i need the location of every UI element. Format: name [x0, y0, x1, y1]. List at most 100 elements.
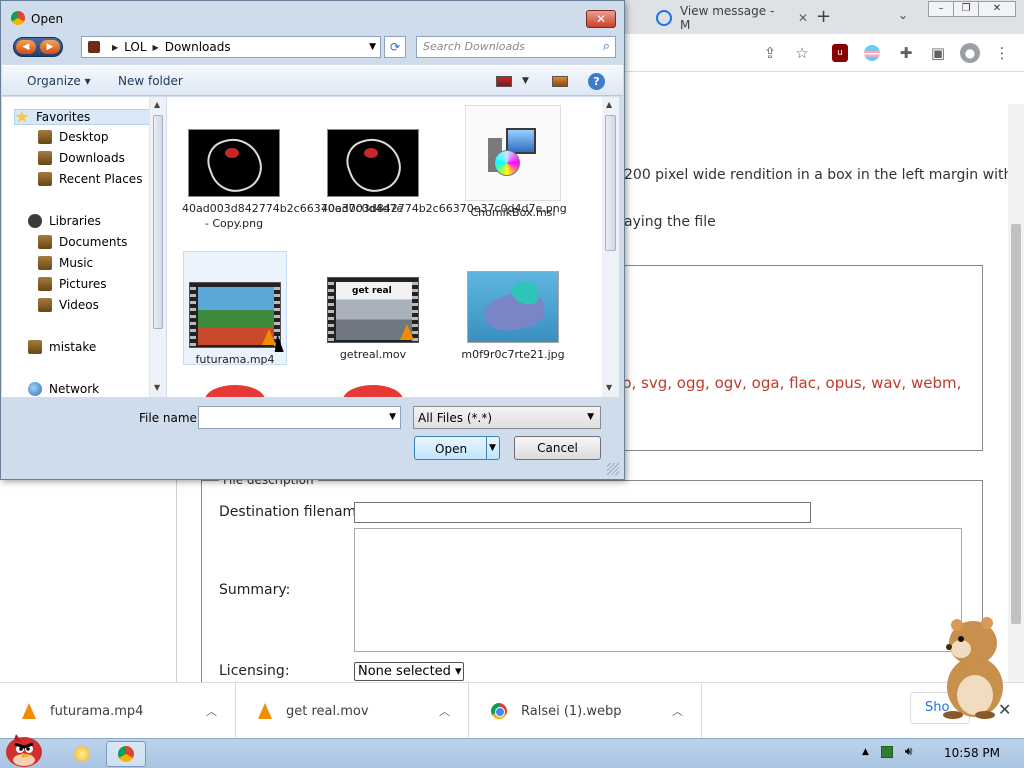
menu-kebab-icon[interactable]: ⋮ [992, 43, 1012, 63]
file-name: futurama.mp4 [195, 353, 275, 366]
nav-scrollbar[interactable]: ▲ ▼ [149, 97, 166, 397]
download-item[interactable]: get real.mov ︿ [236, 683, 469, 739]
network-tray-icon[interactable] [880, 745, 893, 758]
tab-search-chevron-icon[interactable]: ⌄ [898, 8, 908, 22]
back-forward-buttons: ◀ ▶ [13, 37, 63, 57]
angry-bird-start-icon[interactable] [2, 728, 48, 768]
taskbar-chrome-button[interactable] [106, 741, 146, 767]
ublock-icon[interactable]: u [832, 44, 848, 62]
nav-desktop[interactable]: Desktop [38, 130, 109, 144]
pictures-icon [38, 277, 52, 291]
vlc-cone-icon [22, 703, 36, 719]
chevron-up-icon[interactable]: ︿ [206, 703, 217, 719]
breadcrumb-lol[interactable]: LOL [124, 40, 146, 54]
file-name: m0f9r0c7rte21.jpg [461, 348, 565, 361]
chevron-up-icon[interactable]: ︿ [672, 703, 683, 719]
destination-filename-input[interactable] [354, 502, 811, 523]
desktop-icon [38, 130, 52, 144]
help-icon[interactable]: ? [588, 73, 605, 90]
change-view-icon[interactable] [496, 76, 512, 87]
close-window-button[interactable]: ✕ [978, 1, 1016, 17]
new-tab-button[interactable]: + [816, 6, 831, 27]
nav-label: Favorites [36, 110, 91, 124]
forward-arrow-icon[interactable]: ▶ [40, 40, 60, 54]
chevron-up-icon[interactable]: ︿ [439, 703, 450, 719]
file-name-input[interactable]: ▼ [198, 406, 401, 429]
close-tab-icon[interactable]: ✕ [798, 11, 808, 25]
file-item[interactable]: ChomikBox.msi [461, 105, 565, 220]
breadcrumb-arrow-icon[interactable]: ▶ [112, 43, 118, 52]
chevron-down-icon[interactable]: ▼ [522, 76, 529, 86]
tray-expand-icon[interactable]: ▲ [862, 747, 869, 757]
file-list-scrollbar-thumb[interactable] [605, 115, 616, 251]
open-button[interactable]: Open ▼ [414, 436, 500, 460]
back-arrow-icon[interactable]: ◀ [16, 40, 36, 54]
videos-icon [38, 298, 52, 312]
download-filename: Ralsei (1).webp [521, 703, 622, 719]
dialog-close-button[interactable]: ✕ [586, 10, 616, 28]
chevron-down-icon[interactable]: ▼ [369, 42, 376, 52]
file-type-filter-select[interactable]: All Files (*.*) ▼ [413, 406, 601, 429]
organize-button[interactable]: Organize ▾ [27, 74, 91, 88]
nav-downloads[interactable]: Downloads [38, 151, 125, 165]
extension-flag-icon[interactable] [864, 45, 880, 61]
breadcrumb-downloads[interactable]: Downloads [165, 40, 231, 54]
extensions-puzzle-icon[interactable]: ✚ [896, 43, 916, 63]
search-input[interactable]: Search Downloads ⌕ [416, 36, 616, 58]
nav-mistake[interactable]: mistake [28, 340, 96, 354]
share-icon[interactable]: ⇪ [760, 43, 780, 63]
nav-documents[interactable]: Documents [38, 235, 127, 249]
open-dropdown-icon[interactable]: ▼ [489, 443, 496, 453]
tab-view-message[interactable]: View message - M ✕ [648, 4, 808, 32]
volume-icon[interactable]: 🔊︎ [905, 744, 913, 759]
nav-favorites[interactable]: Favorites [14, 109, 150, 125]
nav-network[interactable]: Network [28, 382, 99, 396]
bookmark-star-icon[interactable]: ☆ [792, 43, 812, 63]
hamster-desktop-pet [943, 617, 1003, 719]
taskbar-explorer-button[interactable] [62, 741, 102, 767]
nav-recent-places[interactable]: Recent Places [38, 172, 142, 186]
open-label: Open [435, 442, 468, 456]
file-name: ChomikBox.msi [470, 206, 556, 219]
page-scrollbar[interactable] [1008, 104, 1024, 682]
minimize-button[interactable]: – [928, 1, 954, 17]
file-item[interactable]: m0f9r0c7rte21.jpg [461, 271, 565, 362]
download-item[interactable]: Ralsei (1).webp ︿ [469, 683, 702, 739]
scroll-down-icon[interactable]: ▼ [606, 383, 612, 392]
restore-button[interactable]: ❐ [953, 1, 979, 17]
resize-grip[interactable] [607, 463, 619, 475]
cancel-button[interactable]: Cancel [514, 436, 601, 460]
new-folder-button[interactable]: New folder [118, 74, 183, 88]
page-scrollbar-thumb[interactable] [1011, 224, 1021, 624]
search-icon[interactable]: ⌕ [603, 39, 610, 54]
file-list-scrollbar[interactable]: ▲ ▼ [602, 97, 619, 397]
nav-label: Pictures [59, 277, 107, 291]
side-panel-icon[interactable]: ▣ [928, 43, 948, 63]
file-item-selected[interactable]: futurama.mp4 [183, 251, 287, 366]
file-item[interactable]: 40ad003d842774b2c66370e37c0d4d7e.png [321, 129, 567, 216]
nav-libraries[interactable]: Libraries [28, 214, 101, 228]
preview-pane-icon[interactable] [552, 76, 568, 87]
address-breadcrumb[interactable]: ▶ LOL ▶ Downloads ▼ [81, 36, 381, 58]
file-item[interactable]: get real getreal.mov [321, 277, 425, 362]
scroll-up-icon[interactable]: ▲ [606, 100, 612, 109]
breadcrumb-arrow-icon[interactable]: ▶ [153, 43, 159, 52]
licensing-select[interactable]: None selected ▾ [354, 662, 464, 681]
scroll-up-icon[interactable]: ▲ [154, 100, 160, 109]
scroll-down-icon[interactable]: ▼ [154, 383, 160, 392]
nav-videos[interactable]: Videos [38, 298, 99, 312]
nav-scrollbar-thumb[interactable] [153, 115, 163, 329]
chevron-down-icon[interactable]: ▼ [389, 412, 396, 422]
nav-label: Desktop [59, 130, 109, 144]
nav-music[interactable]: Music [38, 256, 93, 270]
formats-box [618, 265, 983, 451]
summary-textarea[interactable] [354, 528, 962, 652]
taskbar-clock[interactable]: 10:58 PM [944, 746, 1000, 760]
licensing-label: Licensing: [219, 663, 290, 679]
profile-avatar-icon[interactable]: ● [960, 43, 980, 63]
chevron-down-icon[interactable]: ▼ [587, 412, 594, 422]
file-item[interactable]: 40ad003d842774b2c66370e37c0d4d7e - Copy.… [182, 129, 403, 231]
dialog-titlebar[interactable]: Open [1, 1, 624, 35]
nav-pictures[interactable]: Pictures [38, 277, 107, 291]
refresh-button[interactable]: ⟳ [384, 36, 406, 58]
